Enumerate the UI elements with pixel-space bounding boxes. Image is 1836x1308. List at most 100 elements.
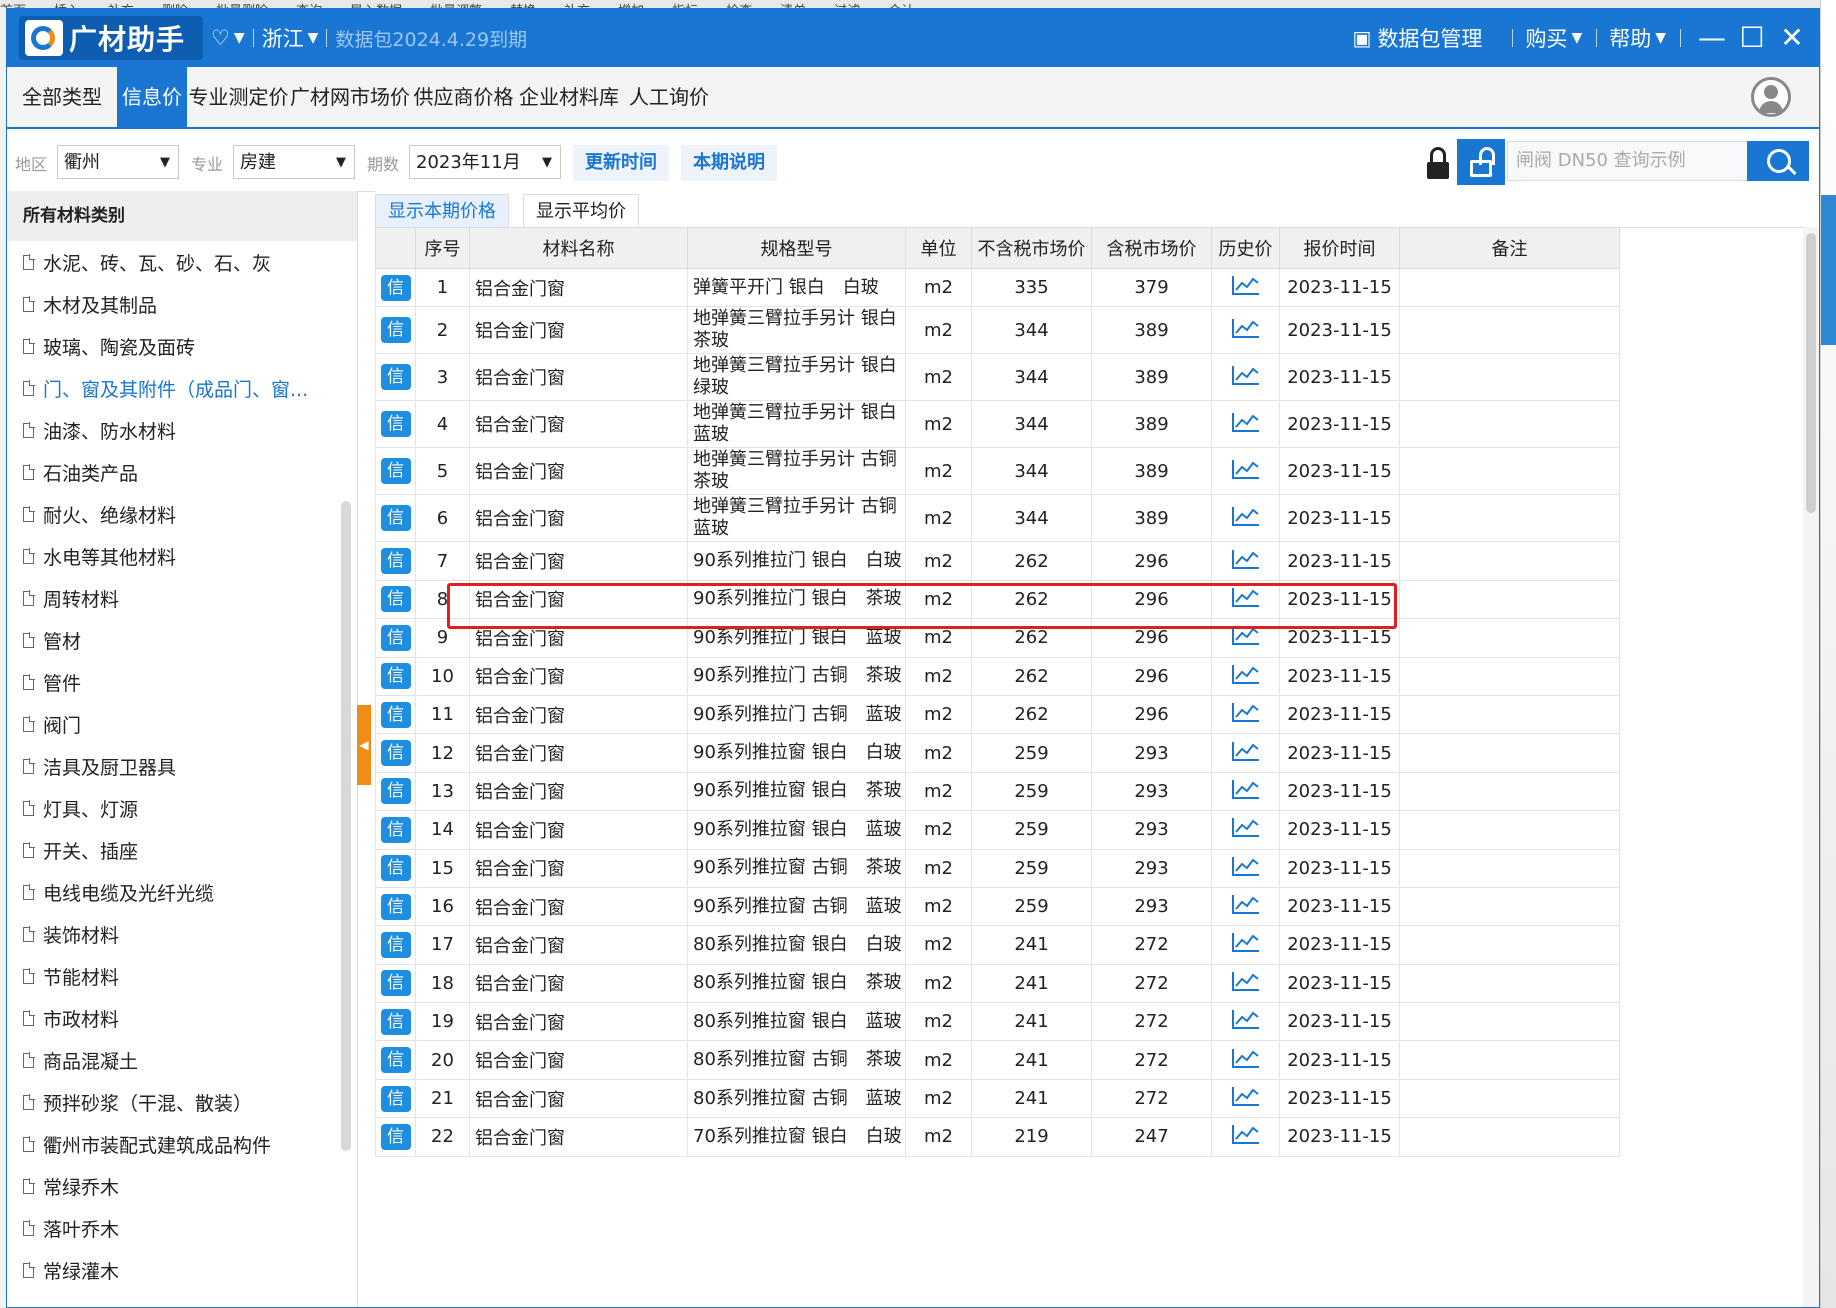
trend-chart-icon[interactable] bbox=[1231, 663, 1261, 685]
minimize-button[interactable]: — bbox=[1695, 23, 1729, 53]
sidebar-item-category[interactable]: 常绿灌木 bbox=[7, 1249, 357, 1291]
app-logo[interactable]: 广材助手 bbox=[19, 16, 203, 60]
period-note-button[interactable]: 本期说明 bbox=[681, 145, 777, 181]
table-row[interactable]: 信 6 铝合金门窗 地弹簧三臂拉手另计 古铜 蓝玻 m2 344 389 2023-11-15 bbox=[375, 494, 1620, 543]
sidebar-item-category[interactable]: 商品混凝土 bbox=[7, 1039, 357, 1081]
trend-chart-icon[interactable] bbox=[1231, 931, 1261, 953]
info-price-badge[interactable]: 信 bbox=[380, 740, 411, 767]
sidebar-item-category[interactable]: 常绿乔木 bbox=[7, 1165, 357, 1207]
table-row[interactable]: 信 11 铝合金门窗 90系列推拉门 古铜 蓝玻 m2 262 296 2023-11-15 bbox=[375, 694, 1620, 735]
table-row[interactable]: 信 17 铝合金门窗 80系列推拉窗 银白 白玻 m2 241 272 2023-11-15 bbox=[375, 925, 1620, 965]
table-row[interactable]: 信 2 铝合金门窗 地弹簧三臂拉手另计 银白 茶玻 m2 344 389 2023-11-15 bbox=[375, 306, 1620, 355]
column-header[interactable]: 报价时间 bbox=[1279, 227, 1400, 269]
column-header[interactable]: 规格型号 bbox=[687, 227, 906, 269]
sidebar-item-category[interactable]: 水电等其他材料 bbox=[7, 535, 357, 577]
info-price-badge[interactable]: 信 bbox=[380, 317, 411, 344]
info-price-badge[interactable]: 信 bbox=[380, 663, 411, 690]
sidebar-item-category[interactable]: 水泥、砖、瓦、砂、石、灰 bbox=[7, 241, 357, 283]
table-row[interactable]: 信 15 铝合金门窗 90系列推拉窗 古铜 茶玻 m2 259 293 2023-11-15 bbox=[375, 848, 1620, 888]
info-price-badge[interactable]: 信 bbox=[380, 1008, 411, 1035]
trend-chart-icon[interactable] bbox=[1231, 586, 1261, 608]
sidebar-item-category[interactable]: 节能材料 bbox=[7, 955, 357, 997]
sidebar-item-category[interactable]: 管材 bbox=[7, 619, 357, 661]
info-price-badge[interactable]: 信 bbox=[380, 701, 411, 728]
trend-chart-icon[interactable] bbox=[1231, 740, 1261, 762]
table-row[interactable]: 信 8 铝合金门窗 90系列推拉门 银白 茶玻 m2 262 296 2023-11-15 bbox=[375, 579, 1620, 620]
trend-chart-icon[interactable] bbox=[1231, 274, 1261, 296]
sidebar-item-category[interactable]: 油漆、防水材料 bbox=[7, 409, 357, 451]
column-header[interactable]: 备注 bbox=[1399, 227, 1620, 269]
tab-current-price[interactable]: 显示本期价格 bbox=[375, 194, 509, 228]
sidebar-item-category[interactable]: 石油类产品 bbox=[7, 451, 357, 493]
info-price-badge[interactable]: 信 bbox=[380, 1085, 411, 1112]
search-input[interactable]: 闸阀 DN50 查询示例 bbox=[1507, 141, 1755, 181]
trend-chart-icon[interactable] bbox=[1231, 1047, 1261, 1069]
table-row[interactable]: 信 21 铝合金门窗 80系列推拉窗 古铜 蓝玻 m2 241 272 2023-11-15 bbox=[375, 1078, 1620, 1119]
trend-chart-icon[interactable] bbox=[1231, 816, 1261, 838]
province-selector[interactable]: 浙江 ▼ bbox=[262, 23, 319, 53]
trend-chart-icon[interactable] bbox=[1231, 411, 1261, 433]
tab-price-type[interactable]: 信息价 bbox=[117, 67, 187, 127]
column-header[interactable]: 材料名称 bbox=[469, 227, 688, 269]
data-pack-manage-button[interactable]: ▣ 数据包管理 bbox=[1353, 23, 1483, 53]
sidebar-scrollbar[interactable] bbox=[341, 501, 351, 1151]
help-menu[interactable]: 帮助 ▼ bbox=[1609, 23, 1666, 53]
column-header[interactable]: 单位 bbox=[905, 227, 972, 269]
info-price-badge[interactable]: 信 bbox=[380, 778, 411, 805]
column-header[interactable]: 序号 bbox=[415, 227, 470, 269]
info-price-badge[interactable]: 信 bbox=[380, 970, 411, 997]
sidebar-item-category[interactable]: 电线电缆及光纤光缆 bbox=[7, 871, 357, 913]
sidebar-item-category[interactable]: 开关、插座 bbox=[7, 829, 357, 871]
column-header[interactable]: 含税市场价 bbox=[1091, 227, 1212, 269]
trend-chart-icon[interactable] bbox=[1231, 458, 1261, 480]
info-price-badge[interactable]: 信 bbox=[380, 586, 411, 613]
tab-price-type[interactable]: 人工询价 bbox=[621, 67, 717, 127]
sidebar-item-category[interactable]: 市政材料 bbox=[7, 997, 357, 1039]
table-row[interactable]: 信 13 铝合金门窗 90系列推拉窗 银白 茶玻 m2 259 293 2023-11-15 bbox=[375, 771, 1620, 812]
trend-chart-icon[interactable] bbox=[1231, 548, 1261, 570]
table-row[interactable]: 信 9 铝合金门窗 90系列推拉门 银白 蓝玻 m2 262 296 2023-11-15 bbox=[375, 618, 1620, 658]
update-time-button[interactable]: 更新时间 bbox=[573, 145, 669, 181]
trend-chart-icon[interactable] bbox=[1231, 364, 1261, 386]
sidebar-item-category[interactable]: 门、窗及其附件（成品门、窗... bbox=[7, 367, 357, 409]
sidebar-item-category[interactable]: 木材及其制品 bbox=[7, 283, 357, 325]
info-price-badge[interactable]: 信 bbox=[380, 893, 411, 920]
specialty-select[interactable]: 房建 ▼ bbox=[233, 145, 355, 179]
table-row[interactable]: 信 10 铝合金门窗 90系列推拉门 古铜 茶玻 m2 262 296 2023-11-15 bbox=[375, 656, 1620, 696]
info-price-badge[interactable]: 信 bbox=[380, 364, 411, 391]
trend-chart-icon[interactable] bbox=[1231, 1085, 1261, 1107]
table-scrollbar[interactable] bbox=[1803, 227, 1819, 1307]
trend-chart-icon[interactable] bbox=[1231, 317, 1261, 339]
sidebar-item-category[interactable]: 管件 bbox=[7, 661, 357, 703]
info-price-badge[interactable]: 信 bbox=[380, 505, 411, 532]
unlock-icon[interactable] bbox=[1457, 139, 1505, 185]
column-header[interactable]: 历史价 bbox=[1211, 227, 1280, 269]
info-price-badge[interactable]: 信 bbox=[380, 855, 411, 882]
info-price-badge[interactable]: 信 bbox=[380, 548, 411, 575]
trend-chart-icon[interactable] bbox=[1231, 624, 1261, 646]
sidebar-item-category[interactable]: 衢州市装配式建筑成品构件 bbox=[7, 1123, 357, 1165]
tab-price-type[interactable]: 全部类型 bbox=[7, 67, 117, 127]
info-price-badge[interactable]: 信 bbox=[380, 411, 411, 438]
table-scroll-thumb[interactable] bbox=[1806, 233, 1816, 513]
sidebar-item-category[interactable]: 洁具及厨卫器具 bbox=[7, 745, 357, 787]
region-select[interactable]: 衢州 ▼ bbox=[57, 145, 179, 179]
info-price-badge[interactable]: 信 bbox=[380, 816, 411, 843]
tab-price-type[interactable]: 企业材料库 bbox=[517, 67, 621, 127]
tab-price-type[interactable]: 专业测定价 bbox=[187, 67, 290, 127]
table-row[interactable]: 信 7 铝合金门窗 90系列推拉门 银白 白玻 m2 262 296 2023-11-15 bbox=[375, 541, 1620, 581]
maximize-button[interactable]: ☐ bbox=[1735, 23, 1769, 53]
tab-price-type[interactable]: 广材网市场价 bbox=[290, 67, 410, 127]
table-row[interactable]: 信 5 铝合金门窗 地弹簧三臂拉手另计 古铜 茶玻 m2 344 389 2023-11-15 bbox=[375, 447, 1620, 496]
info-price-badge[interactable]: 信 bbox=[380, 458, 411, 485]
lock-icon[interactable] bbox=[1427, 147, 1449, 179]
sidebar-item-category[interactable]: 耐火、绝缘材料 bbox=[7, 493, 357, 535]
info-price-badge[interactable]: 信 bbox=[380, 274, 411, 301]
trend-chart-icon[interactable] bbox=[1231, 1123, 1261, 1145]
user-avatar-icon[interactable] bbox=[1751, 77, 1791, 117]
table-row[interactable]: 信 20 铝合金门窗 80系列推拉窗 古铜 茶玻 m2 241 272 2023-11-15 bbox=[375, 1040, 1620, 1080]
sidebar-item-category[interactable]: 阀门 bbox=[7, 703, 357, 745]
sidebar-item-category[interactable]: 灯具、灯源 bbox=[7, 787, 357, 829]
period-select[interactable]: 2023年11月 ▼ bbox=[409, 145, 561, 179]
trend-chart-icon[interactable] bbox=[1231, 1008, 1261, 1030]
